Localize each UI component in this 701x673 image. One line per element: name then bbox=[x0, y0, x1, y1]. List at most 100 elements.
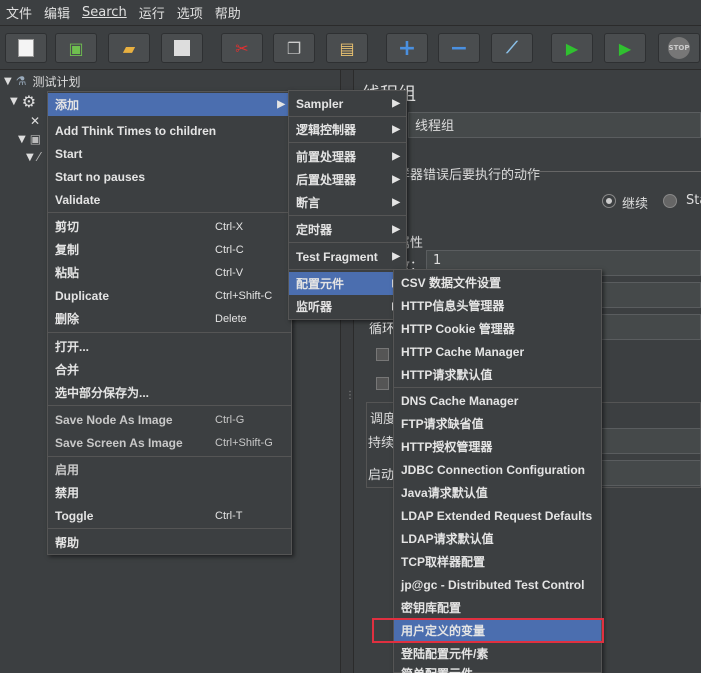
config-item-keystore[interactable]: 密钥库配置 bbox=[394, 596, 601, 619]
context-menu: 添加 ▶ Add Think Times to children Start St… bbox=[47, 91, 292, 555]
separator bbox=[394, 387, 601, 388]
submenu-arrow-icon: ▶ bbox=[392, 124, 400, 135]
separator bbox=[289, 116, 406, 117]
paste-icon[interactable]: ▤ bbox=[326, 33, 368, 63]
menu-item-paste[interactable]: 粘贴 Ctrl-V bbox=[48, 261, 291, 284]
copy-icon[interactable]: ❐ bbox=[273, 33, 315, 63]
collapse-icon[interactable]: − bbox=[438, 33, 480, 63]
config-item-ldap-extended[interactable]: LDAP Extended Request Defaults bbox=[394, 504, 601, 527]
separator bbox=[289, 242, 406, 243]
open-icon[interactable]: ▰ bbox=[108, 33, 150, 63]
tree-node-label: 测试计划 bbox=[32, 74, 81, 89]
submenu-item-logic-controller[interactable]: 逻辑控制器 ▶ bbox=[289, 118, 406, 141]
menu-item-save-selection[interactable]: 选中部分保存为... bbox=[48, 381, 291, 404]
submenu-arrow-icon: ▶ bbox=[392, 174, 400, 185]
menu-item-enable[interactable]: 启用 bbox=[48, 458, 291, 481]
menu-run[interactable]: 运行 bbox=[133, 3, 171, 22]
submenu-item-post-processor[interactable]: 后置处理器 ▶ bbox=[289, 168, 406, 191]
tree-expand-icon[interactable]: ▼ bbox=[10, 96, 18, 107]
name-field[interactable]: 线程组 bbox=[408, 112, 701, 138]
separator bbox=[48, 528, 291, 529]
wrench-icon: ✕ bbox=[30, 114, 41, 128]
menu-search[interactable]: Search bbox=[76, 5, 133, 20]
submenu-arrow-icon: ▶ bbox=[392, 197, 400, 208]
submenu-item-listener[interactable]: 监听器▶ bbox=[289, 295, 406, 318]
config-item-tcp[interactable]: TCP取样器配置 bbox=[394, 550, 601, 573]
config-item-login-config[interactable]: 登陆配置元件/素 bbox=[394, 642, 601, 665]
tree-expand-icon[interactable]: ▼ bbox=[18, 134, 26, 145]
menu-item-duplicate[interactable]: Duplicate Ctrl+Shift-C bbox=[48, 284, 291, 307]
menu-item-start[interactable]: Start bbox=[48, 142, 291, 165]
menu-item-copy[interactable]: 复制 Ctrl-C bbox=[48, 238, 291, 261]
submenu-item-assertion[interactable]: 断言 ▶ bbox=[289, 191, 406, 214]
separator bbox=[48, 332, 291, 333]
config-item-cookie-manager[interactable]: HTTP Cookie 管理器 bbox=[394, 317, 601, 340]
menu-item-delete[interactable]: 删除 Delete bbox=[48, 307, 291, 330]
menu-help[interactable]: 帮助 bbox=[209, 3, 247, 22]
menu-item-think-times[interactable]: Add Think Times to children bbox=[48, 119, 291, 142]
tree-node-thread-group[interactable]: ▼ ⚙ bbox=[10, 92, 36, 111]
config-item-jdbc[interactable]: JDBC Connection Configuration bbox=[394, 458, 601, 481]
start-icon[interactable]: ▶ bbox=[551, 33, 593, 63]
separator bbox=[48, 456, 291, 457]
config-item-dns-cache[interactable]: DNS Cache Manager bbox=[394, 389, 601, 412]
cut-icon[interactable]: ✂ bbox=[221, 33, 263, 63]
tree-node-test-plan[interactable]: ▼ ⚗ 测试计划 bbox=[4, 72, 80, 90]
duration-label: 持续 bbox=[368, 436, 395, 451]
submenu-item-test-fragment[interactable]: Test Fragment ▶ bbox=[289, 245, 406, 268]
flask-icon: ⚗ bbox=[15, 74, 27, 88]
config-item-cache-manager[interactable]: HTTP Cache Manager bbox=[394, 340, 601, 363]
continue-radio[interactable] bbox=[603, 195, 615, 207]
config-item-header-manager[interactable]: HTTP信息头管理器 bbox=[394, 294, 601, 317]
submenu-item-timer[interactable]: 定时器 ▶ bbox=[289, 218, 406, 241]
config-item-auth-manager[interactable]: HTTP授权管理器 bbox=[394, 435, 601, 458]
tree-node-child[interactable]: ✕ bbox=[30, 112, 40, 130]
config-item-simple-config[interactable]: 简单配置元件 bbox=[394, 665, 601, 673]
submenu-arrow-icon: ▶ bbox=[392, 224, 400, 235]
menu-item-save-node-image[interactable]: Save Node As Image Ctrl-G bbox=[48, 408, 291, 431]
expand-icon[interactable]: + bbox=[386, 33, 428, 63]
submenu-item-pre-processor[interactable]: 前置处理器 ▶ bbox=[289, 145, 406, 168]
menu-item-start-no-pauses[interactable]: Start no pauses bbox=[48, 165, 291, 188]
new-icon[interactable] bbox=[5, 33, 47, 63]
templates-icon[interactable]: ▣ bbox=[55, 33, 97, 63]
save-icon[interactable] bbox=[161, 33, 203, 63]
menubar: 文件 编辑 Search 运行 选项 帮助 bbox=[0, 0, 701, 26]
menu-item-save-screen-image[interactable]: Save Screen As Image Ctrl+Shift-G bbox=[48, 431, 291, 454]
start-next-label: Sta bbox=[686, 193, 701, 208]
config-item-ldap-defaults[interactable]: LDAP请求默认值 bbox=[394, 527, 601, 550]
menu-item-cut[interactable]: 剪切 Ctrl-X bbox=[48, 215, 291, 238]
config-item-http-defaults[interactable]: HTTP请求默认值 bbox=[394, 363, 601, 386]
menu-item-merge[interactable]: 合并 bbox=[48, 358, 291, 381]
add-submenu: Sampler ▶ 逻辑控制器 ▶ 前置处理器 ▶ 后置处理器 ▶ 断言 ▶ 定时器 ▶ T… bbox=[288, 90, 407, 320]
separator bbox=[289, 269, 406, 270]
menu-item-toggle[interactable]: Toggle Ctrl-T bbox=[48, 504, 291, 527]
config-item-java-defaults[interactable]: Java请求默认值 bbox=[394, 481, 601, 504]
tree-node-child[interactable]: ▼ ▣ bbox=[18, 130, 41, 148]
submenu-item-config-element[interactable]: 配置元件▶ bbox=[289, 272, 406, 295]
stop-icon[interactable]: STOP bbox=[658, 33, 700, 63]
tree-expand-icon[interactable]: ▼ bbox=[4, 76, 12, 87]
menu-item-add[interactable]: 添加 ▶ bbox=[48, 93, 291, 116]
start-next-radio[interactable] bbox=[664, 195, 676, 207]
menu-file[interactable]: 文件 bbox=[0, 3, 38, 22]
delay-checkbox[interactable] bbox=[376, 348, 389, 361]
menu-edit[interactable]: 编辑 bbox=[38, 3, 76, 22]
separator bbox=[289, 215, 406, 216]
menu-options[interactable]: 选项 bbox=[171, 3, 209, 22]
menu-item-open[interactable]: 打开... bbox=[48, 335, 291, 358]
menu-item-help[interactable]: 帮助 bbox=[48, 531, 291, 554]
config-item-ftp-defaults[interactable]: FTP请求缺省值 bbox=[394, 412, 601, 435]
config-item-distributed-test[interactable]: jp@gc - Distributed Test Control bbox=[394, 573, 601, 596]
start-no-pause-icon[interactable]: ▶ bbox=[604, 33, 646, 63]
scheduler-checkbox[interactable] bbox=[376, 377, 389, 390]
menu-item-disable[interactable]: 禁用 bbox=[48, 481, 291, 504]
config-item-csv[interactable]: CSV 数据文件设置 bbox=[394, 271, 601, 294]
toggle-icon[interactable]: ⟋ bbox=[491, 33, 533, 63]
menu-item-validate[interactable]: Validate bbox=[48, 188, 291, 211]
submenu-item-sampler[interactable]: Sampler ▶ bbox=[289, 92, 406, 115]
tree-expand-icon[interactable]: ▼ bbox=[26, 152, 34, 163]
highlight-box bbox=[372, 618, 604, 643]
tree-node-child[interactable]: ▼ ⁄ bbox=[26, 148, 40, 166]
toolbar: ▣ ▰ ✂ ❐ ▤ + − ⟋ ▶ ▶ STOP bbox=[0, 26, 701, 70]
